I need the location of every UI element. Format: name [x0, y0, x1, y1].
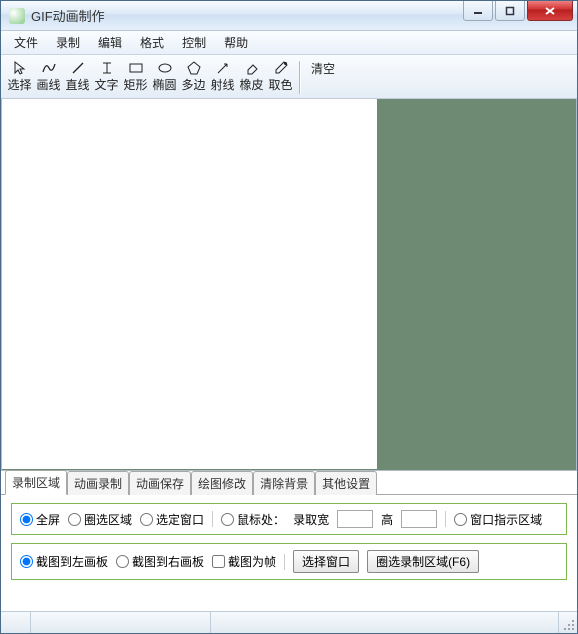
grip-icon — [563, 619, 575, 631]
menu-control[interactable]: 控制 — [173, 31, 215, 54]
curve-icon — [39, 59, 59, 77]
tab-record-area[interactable]: 录制区域 — [5, 470, 67, 495]
tab-other[interactable]: 其他设置 — [315, 471, 377, 495]
titlebar: GIF动画制作 — [1, 1, 577, 31]
radio-win-indicator-input[interactable] — [454, 513, 467, 526]
tool-select[interactable]: 选择 — [5, 57, 34, 98]
rec-width-input[interactable] — [337, 510, 373, 528]
resize-grip[interactable] — [559, 612, 577, 633]
minimize-button[interactable] — [463, 1, 493, 21]
radio-fullscreen-input[interactable] — [20, 513, 33, 526]
divider — [212, 511, 213, 527]
toolbar: 选择 画线 直线 文字 矩形 椭圆 多边 射线 — [1, 55, 577, 99]
choose-window-button[interactable]: 选择窗口 — [293, 550, 359, 573]
app-icon — [9, 8, 25, 24]
line-icon — [68, 59, 88, 77]
status-cell-1 — [1, 612, 31, 633]
status-cell-2 — [31, 612, 211, 633]
divider — [445, 511, 446, 527]
tab-anim-save[interactable]: 动画保存 — [129, 471, 191, 495]
canvas-area — [1, 99, 577, 471]
cursor-icon — [10, 59, 30, 77]
capture-group: 截图到左画板 截图到右画板 截图为帧 选择窗口 圈选录制区域(F6) — [11, 543, 567, 580]
menu-help[interactable]: 帮助 — [215, 31, 257, 54]
menu-format[interactable]: 格式 — [131, 31, 173, 54]
ray-icon — [213, 59, 233, 77]
region-group: 全屏 圈选区域 选定窗口 鼠标处： 录取宽 高 窗口指示区域 — [11, 503, 567, 535]
radio-mouse-at-input[interactable] — [221, 513, 234, 526]
status-cell-3 — [211, 612, 559, 633]
tool-picker[interactable]: 取色 — [266, 57, 295, 98]
radio-cap-left-input[interactable] — [20, 555, 33, 568]
tool-ray[interactable]: 射线 — [208, 57, 237, 98]
window-title: GIF动画制作 — [31, 6, 463, 25]
tab-anim-record[interactable]: 动画录制 — [67, 471, 129, 495]
radio-cap-right[interactable]: 截图到右画板 — [116, 553, 204, 570]
rect-icon — [126, 59, 146, 77]
radio-fullscreen[interactable]: 全屏 — [20, 511, 60, 528]
check-cap-frame-input[interactable] — [212, 555, 225, 568]
radio-win-indicator[interactable]: 窗口指示区域 — [454, 511, 542, 528]
close-icon — [544, 6, 556, 16]
text-icon — [97, 59, 117, 77]
ellipse-icon — [155, 59, 175, 77]
minimize-icon — [473, 6, 483, 16]
radio-boxselect-input[interactable] — [68, 513, 81, 526]
close-button[interactable] — [527, 1, 573, 21]
eraser-icon — [242, 59, 262, 77]
clear-label: 清空 — [311, 60, 335, 77]
eyedropper-icon — [271, 59, 291, 77]
tool-line[interactable]: 直线 — [63, 57, 92, 98]
tab-draw-modify[interactable]: 绘图修改 — [191, 471, 253, 495]
tool-ellipse[interactable]: 椭圆 — [150, 57, 179, 98]
boxselect-region-button[interactable]: 圈选录制区域(F6) — [367, 550, 479, 573]
tool-curve[interactable]: 画线 — [34, 57, 63, 98]
tab-content-record-area: 全屏 圈选区域 选定窗口 鼠标处： 录取宽 高 窗口指示区域 — [1, 495, 577, 596]
divider — [284, 554, 285, 570]
tabstrip: 录制区域 动画录制 动画保存 绘图修改 清除背景 其他设置 — [1, 473, 577, 495]
menubar: 文件 录制 编辑 格式 控制 帮助 — [1, 31, 577, 55]
radio-cap-right-input[interactable] — [116, 555, 129, 568]
canvas[interactable] — [2, 99, 377, 469]
window-buttons — [463, 1, 577, 30]
menu-record[interactable]: 录制 — [47, 31, 89, 54]
rec-width-label: 录取宽 — [293, 511, 329, 528]
tab-clear-bg[interactable]: 清除背景 — [253, 471, 315, 495]
tool-text[interactable]: 文字 — [92, 57, 121, 98]
rec-height-input[interactable] — [401, 510, 437, 528]
menu-edit[interactable]: 编辑 — [89, 31, 131, 54]
radio-fixedwin-input[interactable] — [140, 513, 153, 526]
maximize-icon — [505, 6, 515, 16]
radio-fixedwin[interactable]: 选定窗口 — [140, 511, 204, 528]
tool-rect[interactable]: 矩形 — [121, 57, 150, 98]
tool-clear[interactable]: 清空 — [305, 57, 341, 98]
statusbar — [1, 611, 577, 633]
polygon-icon — [184, 59, 204, 77]
menu-file[interactable]: 文件 — [5, 31, 47, 54]
check-cap-frame[interactable]: 截图为帧 — [212, 553, 276, 570]
rec-height-label: 高 — [381, 511, 393, 528]
maximize-button[interactable] — [495, 1, 525, 21]
radio-boxselect[interactable]: 圈选区域 — [68, 511, 132, 528]
radio-cap-left[interactable]: 截图到左画板 — [20, 553, 108, 570]
app-window: GIF动画制作 文件 录制 编辑 格式 控制 帮助 选择 画线 — [0, 0, 578, 634]
radio-mouse-at[interactable]: 鼠标处： — [221, 511, 285, 528]
tool-polygon[interactable]: 多边 — [179, 57, 208, 98]
toolbar-separator — [299, 61, 301, 94]
tool-eraser[interactable]: 橡皮 — [237, 57, 266, 98]
